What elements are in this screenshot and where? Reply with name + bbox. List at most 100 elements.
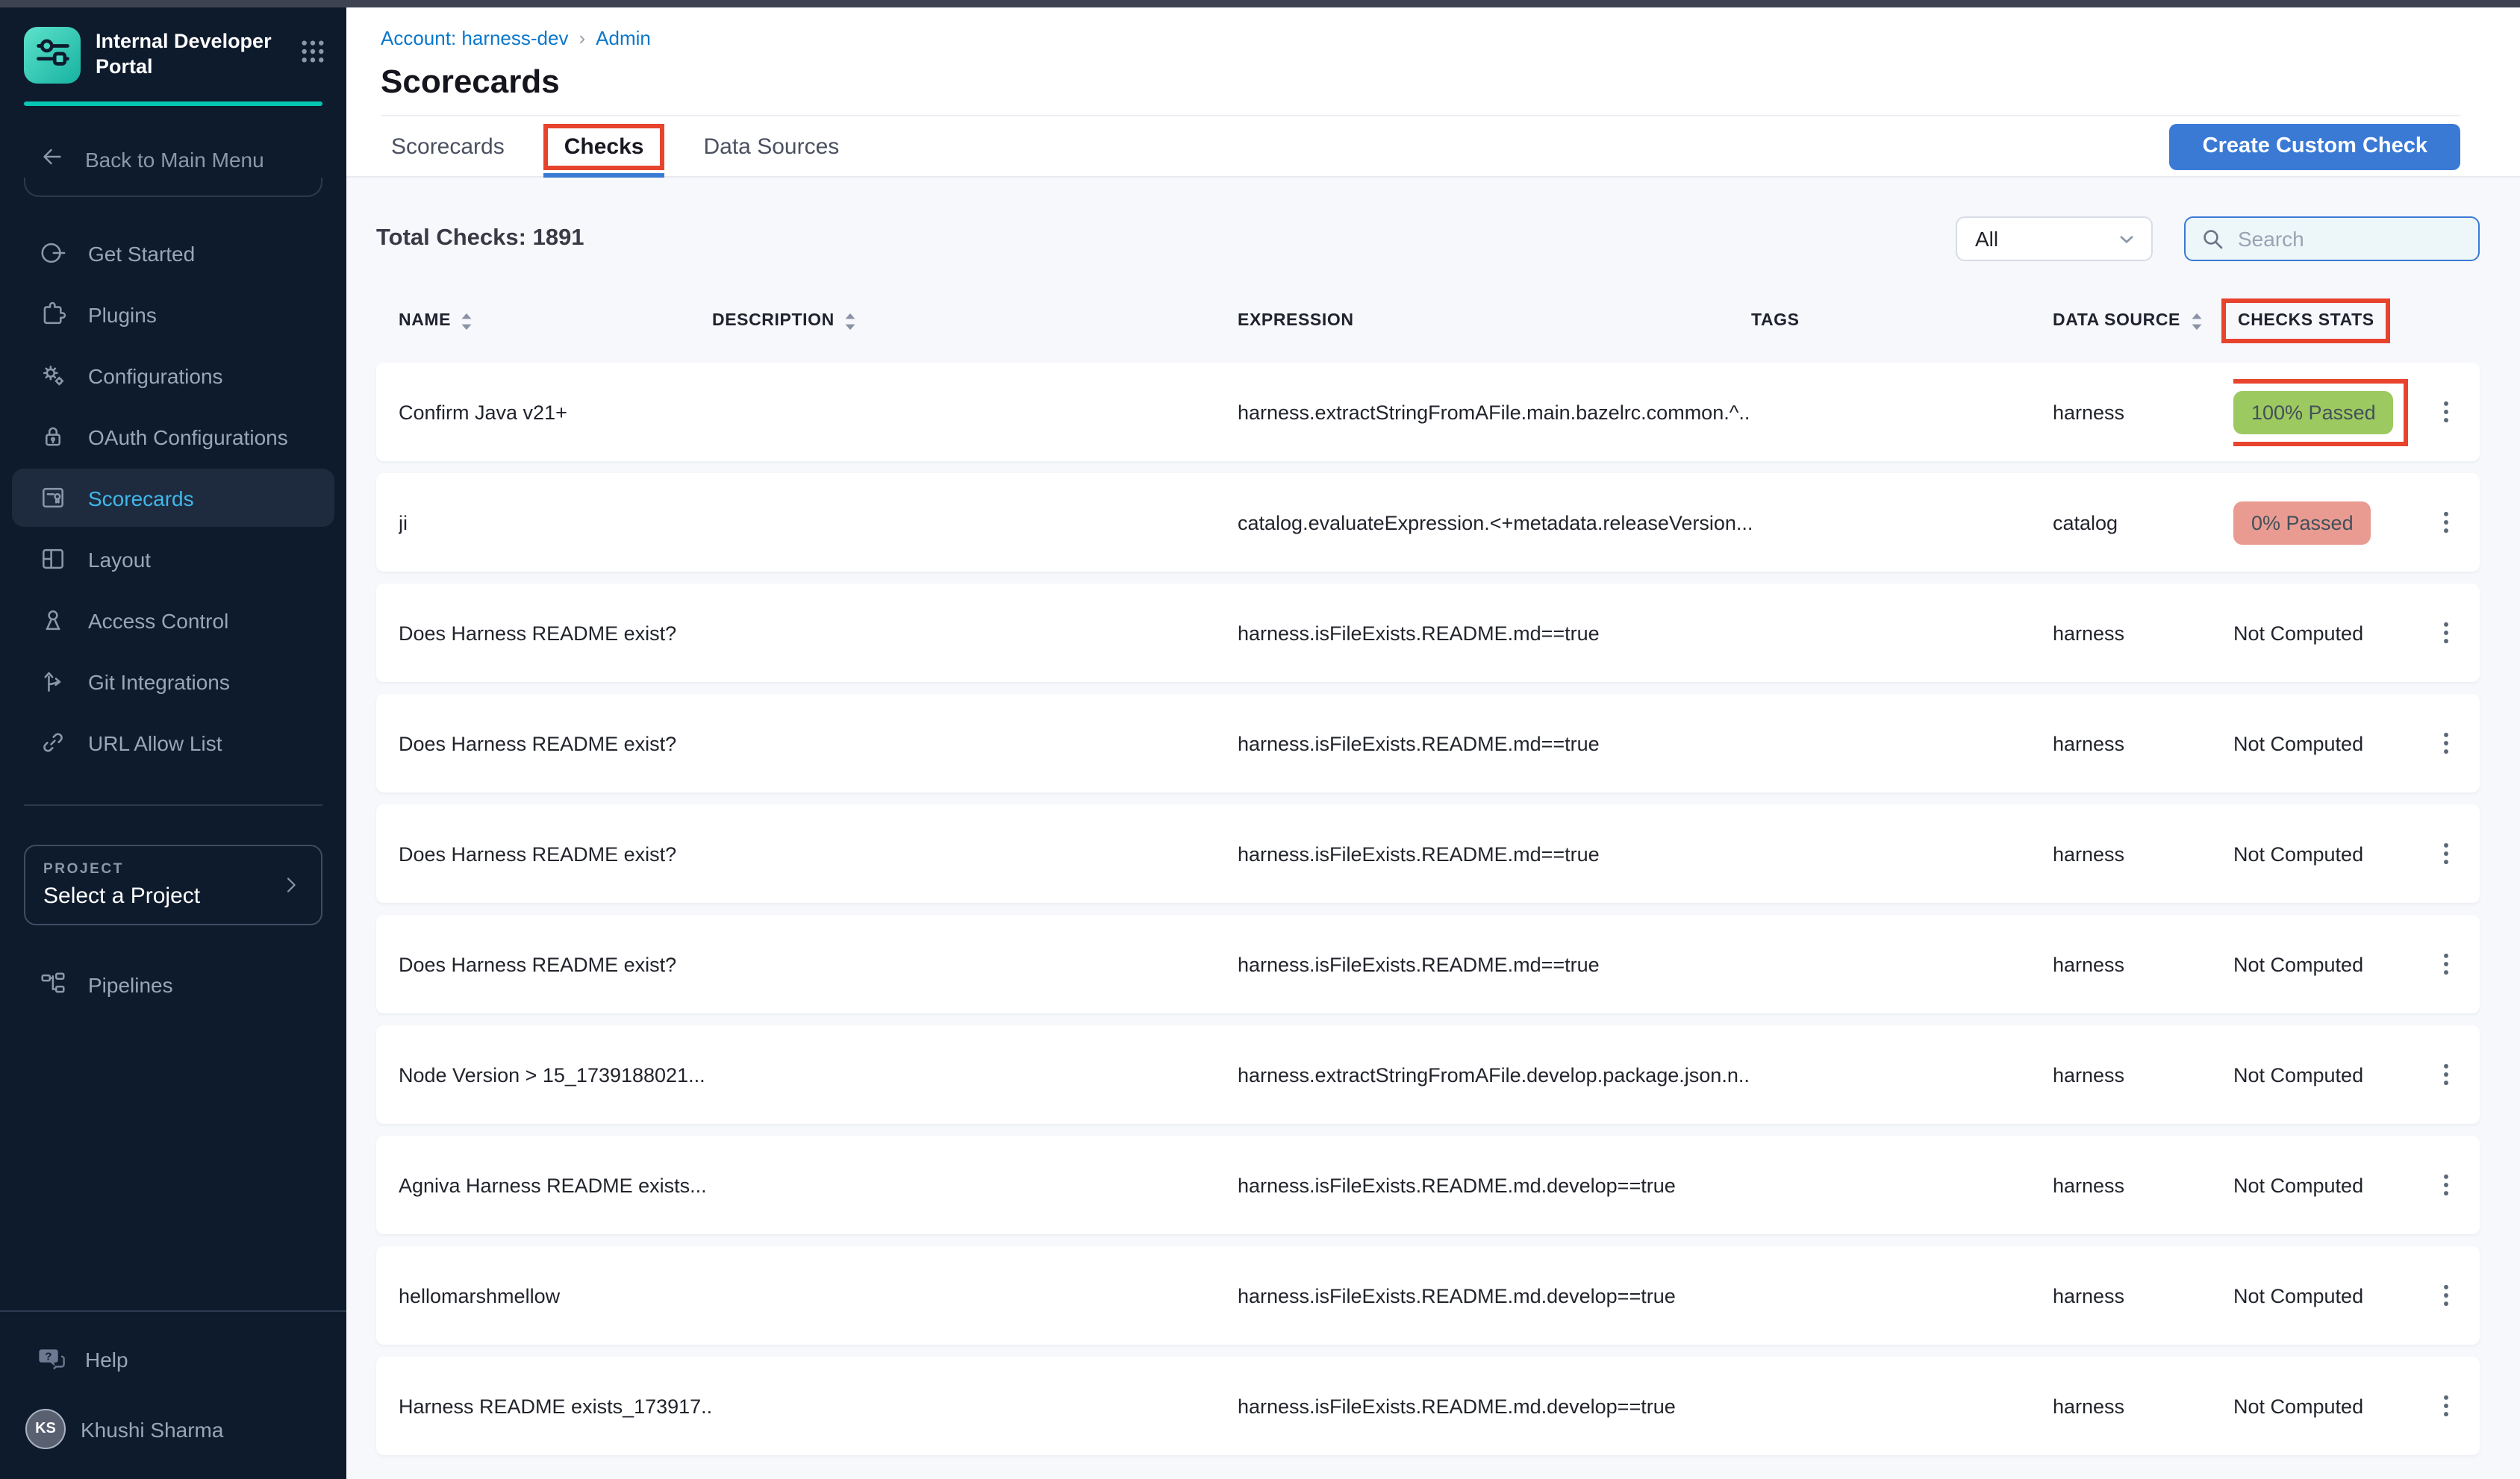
row-expression: harness.extractStringFromAFile.develop.p… [1238,1063,1751,1086]
sidebar-item-label: Get Started [88,241,195,265]
row-kebab-menu-icon[interactable] [2430,945,2462,984]
brand-title: Internal Developer Portal [96,30,285,81]
column-header-name[interactable]: NAME [399,311,712,331]
search-box [2184,216,2480,261]
arrow-left-icon [39,143,66,175]
table-row: Does Harness README exist? harness.isFile… [376,694,2480,792]
filter-dropdown[interactable]: All [1956,216,2153,261]
row-data-source: harness [2053,732,2233,754]
breadcrumb: Account: harness-dev › Admin [381,27,2460,49]
row-name: Does Harness README exist? [399,732,712,754]
sidebar-item-get-started[interactable]: Get Started [12,224,334,282]
sidebar-item-label: Pipelines [88,972,173,996]
page-title: Scorecards [381,63,2460,101]
get-started-icon [39,239,67,267]
row-expression: harness.isFileExists.README.md==true [1238,732,1751,754]
column-header-expression: EXPRESSION [1238,312,1751,330]
row-expression: harness.isFileExists.README.md.develop==… [1238,1174,1751,1196]
pipelines-icon [39,970,67,998]
search-icon [2201,227,2224,251]
row-name: hellomarshmellow [399,1284,712,1307]
sidebar-item-layout[interactable]: Layout [12,530,334,588]
row-name: Harness README exists_173917... [399,1395,712,1417]
sidebar-divider [24,804,322,806]
table-row: Does Harness README exist? harness.isFile… [376,584,2480,682]
row-kebab-menu-icon[interactable] [2430,834,2462,873]
oauth-icon [39,422,67,451]
sidebar-item-label: Git Integrations [88,669,230,693]
apps-grid-icon[interactable] [300,39,325,72]
row-kebab-menu-icon[interactable] [2430,1166,2462,1204]
scorecards-icon [39,484,67,512]
total-checks-count: Total Checks: 1891 [376,225,584,252]
sidebar-item-oauth-configurations[interactable]: OAuth Configurations [12,407,334,466]
breadcrumb-account-link[interactable]: Account: harness-dev [381,27,568,49]
row-name: Does Harness README exist? [399,622,712,644]
column-header-tags: TAGS [1751,312,2053,330]
sort-icon[interactable] [460,311,473,331]
row-kebab-menu-icon[interactable] [2430,724,2462,763]
row-kebab-menu-icon[interactable] [2430,393,2462,431]
sidebar-item-git-integrations[interactable]: Git Integrations [12,652,334,710]
row-kebab-menu-icon[interactable] [2430,1276,2462,1315]
tabs: Scorecards Checks Data Sources [391,116,839,176]
table-body: Confirm Java v21+ harness.extractStringFr… [376,363,2480,1455]
tab-data-sources[interactable]: Data Sources [704,116,840,176]
sidebar-item-scorecards[interactable]: Scorecards [12,469,334,527]
app-window: Internal Developer Portal Back to Main M… [0,0,2520,1479]
help-button[interactable]: ? Help [0,1312,346,1373]
project-value: Select a Project [43,884,279,909]
row-checks-stats: Not Computed [2233,732,2427,754]
table-row: Does Harness README exist? harness.isFile… [376,804,2480,903]
help-label: Help [85,1347,128,1371]
sidebar-item-configurations[interactable]: Configurations [12,346,334,404]
idp-logo-icon [24,27,81,84]
column-header-description[interactable]: DESCRIPTION [712,311,1238,331]
stats-text: Not Computed [2233,953,2363,975]
breadcrumb-admin-link[interactable]: Admin [596,27,651,49]
sidebar-item-url-allow-list[interactable]: URL Allow List [12,713,334,772]
row-checks-stats: Not Computed [2233,1284,2427,1307]
row-kebab-menu-icon[interactable] [2430,1386,2462,1425]
table-row: hellomarshmellowharness.isFileExists.REA… [376,1246,2480,1345]
row-name: Does Harness README exist? [399,842,712,865]
row-expression: harness.isFileExists.README.md==true [1238,842,1751,865]
row-kebab-menu-icon[interactable] [2430,503,2462,542]
sidebar-nav: Get Started PluginsConfigurations OAuth Co… [0,206,346,772]
row-expression: harness.isFileExists.README.md==true [1238,622,1751,644]
sidebar-item-plugins[interactable]: Plugins [12,285,334,343]
status-badge: 100% Passed [2233,390,2394,434]
project-selector[interactable]: PROJECT Select a Project [24,845,322,925]
avatar: KS [25,1409,66,1449]
svg-text:?: ? [45,1350,52,1363]
row-data-source: harness [2053,1284,2233,1307]
tab-checks[interactable]: Checks [543,116,665,176]
sort-icon[interactable] [2189,311,2203,331]
column-header-data-source[interactable]: DATA SOURCE [2053,311,2233,331]
row-kebab-menu-icon[interactable] [2430,613,2462,652]
sidebar-item-label: OAuth Configurations [88,425,288,448]
stats-text: Not Computed [2233,1284,2363,1307]
tab-scorecards[interactable]: Scorecards [391,116,505,176]
sidebar-item-pipelines[interactable]: Pipelines [12,955,334,1013]
table-row: Node Version > 15_1739188021...harness.e… [376,1025,2480,1124]
stats-text: Not Computed [2233,1395,2363,1417]
create-custom-check-button[interactable]: Create Custom Check [2170,123,2460,169]
annotation-rectangle: CHECKS STATS [2221,298,2391,343]
user-menu[interactable]: KS Khushi Sharma [0,1373,346,1479]
row-kebab-menu-icon[interactable] [2430,1055,2462,1094]
tabs-row: Scorecards Checks Data Sources Create Cust… [381,115,2460,176]
back-to-main-menu[interactable]: Back to Main Menu [0,106,346,178]
table-row: Does Harness README exist?harness.isFile… [376,915,2480,1013]
url-allow-list-icon [39,728,67,757]
search-input[interactable] [2235,225,2463,252]
chevron-right-icon [279,873,303,897]
stats-text: Not Computed [2233,622,2363,644]
page-header: Account: harness-dev › Admin Scorecards … [346,7,2520,178]
brand-header: Internal Developer Portal [0,7,346,101]
chevron-down-icon [2117,229,2136,248]
sidebar-item-access-control[interactable]: Access Control [12,591,334,649]
configurations-icon [39,361,67,390]
row-name: Confirm Java v21+ [399,401,712,423]
sort-icon[interactable] [843,311,857,331]
